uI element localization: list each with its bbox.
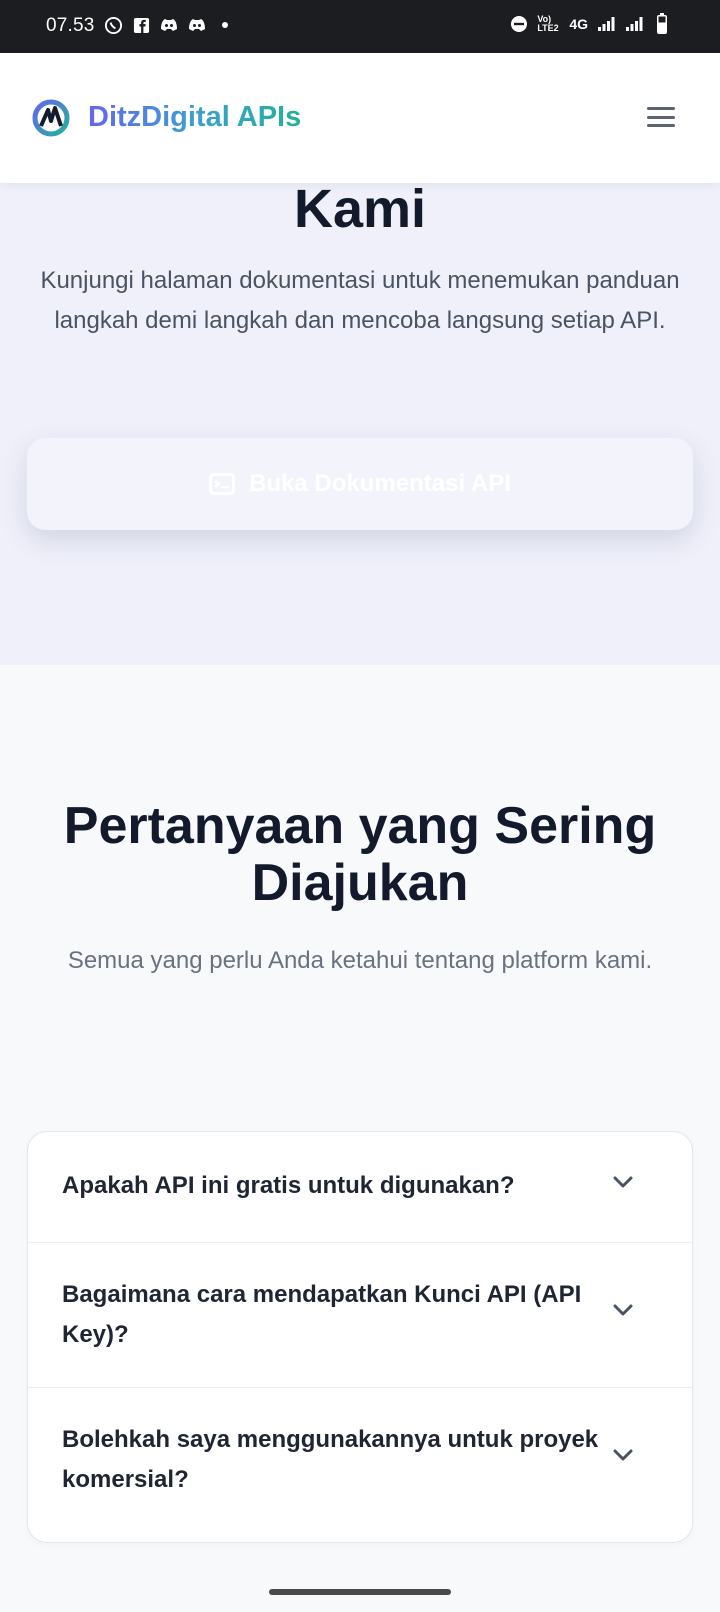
battery-icon [652,13,672,34]
open-documentation-button[interactable]: Buka Dokumentasi API [27,438,693,530]
do-not-disturb-icon [509,14,529,34]
whatsapp-icon [103,15,123,35]
faq-section: Pertanyaan yang Sering Diajukan Semua ya… [0,665,720,1612]
facebook-icon [131,15,151,35]
chevron-down-icon [613,1176,633,1188]
volte-icon: Vo) LTE2 [537,14,559,33]
chevron-down-icon [613,1304,633,1316]
faq-subtitle: Semua yang perlu Anda ketahui tentang pl… [67,947,653,974]
hero-section: Kami Kunjungi halaman dokumentasi untuk … [0,183,720,665]
faq-question: Bolehkah saya menggunakannya untuk proye… [62,1426,599,1493]
faq-item[interactable]: Apakah API ini gratis untuk digunakan? [28,1132,692,1243]
open-documentation-label: Buka Dokumentasi API [249,470,511,497]
signal-icon [624,14,644,34]
faq-item[interactable]: Bolehkah saya menggunakannya untuk proye… [28,1388,692,1542]
home-indicator[interactable] [269,1589,451,1595]
faq-title: Pertanyaan yang Sering Diajukan [63,797,657,912]
hero-title: Kami [293,183,427,239]
navbar: DitzDigital APIs [0,53,720,183]
discord-icon [159,15,179,35]
discord-icon [187,15,207,35]
dot-icon [215,15,235,35]
faq-question: Apakah API ini gratis untuk digunakan? [62,1172,515,1199]
ditzdigital-logo-icon[interactable] [32,99,70,137]
status-time: 07.53 [46,15,95,36]
chevron-down-icon [613,1449,633,1461]
hamburger-menu-icon[interactable] [646,103,676,131]
notification-icons [103,15,235,35]
network-type-label: 4G [569,16,588,32]
terminal-icon [209,473,236,495]
faq-item[interactable]: Bagaimana cara mendapatkan Kunci API (AP… [28,1243,692,1388]
faq-list: Apakah API ini gratis untuk digunakan? B… [27,1131,693,1543]
brand-name[interactable]: DitzDigital APIs [88,101,301,134]
signal-icon [596,14,616,34]
faq-question: Bagaimana cara mendapatkan Kunci API (AP… [62,1281,582,1348]
hero-description: Kunjungi halaman dokumentasi untuk menem… [40,267,680,334]
system-icons: Vo) LTE2 4G [509,13,672,34]
status-bar: 07.53 Vo) LTE2 4G [0,0,720,53]
